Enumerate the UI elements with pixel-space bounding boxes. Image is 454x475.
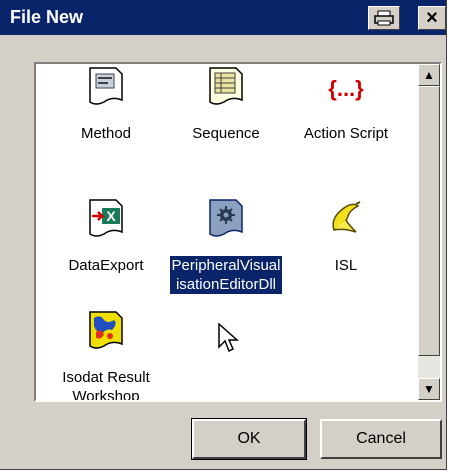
list-item-data-export[interactable]: X DataExport bbox=[46, 198, 166, 298]
cancel-button[interactable]: Cancel bbox=[320, 419, 442, 459]
item-label: Sequence bbox=[192, 125, 260, 142]
list-item-sequence[interactable]: Sequence bbox=[166, 66, 286, 166]
file-new-dialog: File New × Method Sequence {...} Action … bbox=[0, 0, 447, 470]
print-button[interactable] bbox=[368, 6, 400, 30]
list-item-isodat-result-workshop[interactable]: Isodat Result Workshop bbox=[46, 310, 166, 400]
method-document-icon bbox=[89, 67, 123, 105]
close-icon: × bbox=[426, 6, 438, 29]
svg-text:{...}: {...} bbox=[328, 76, 364, 101]
banana-icon bbox=[332, 201, 361, 233]
item-label: ISL bbox=[334, 257, 358, 274]
sequence-document-icon bbox=[209, 67, 243, 105]
isodat-result-icon bbox=[89, 311, 123, 349]
data-export-icon: X bbox=[89, 199, 123, 237]
scrollbar-thumb[interactable] bbox=[418, 86, 440, 356]
item-label: Method bbox=[80, 125, 132, 142]
mouse-pointer-icon bbox=[218, 323, 239, 353]
list-item-peripheral-visualisation-editor[interactable]: PeripheralVisualisationEditorDll bbox=[166, 198, 286, 298]
action-script-braces-icon: {...} bbox=[328, 76, 364, 101]
scroll-down-button[interactable]: ▼ bbox=[418, 378, 440, 400]
up-arrow-icon: ▲ bbox=[423, 68, 435, 82]
down-arrow-icon: ▼ bbox=[423, 382, 435, 396]
gear-document-icon bbox=[209, 199, 243, 237]
ok-button[interactable]: OK bbox=[191, 418, 307, 460]
close-button[interactable]: × bbox=[418, 6, 446, 30]
vertical-scrollbar[interactable]: ▲ ▼ bbox=[418, 64, 440, 400]
scroll-up-button[interactable]: ▲ bbox=[418, 64, 440, 86]
printer-icon bbox=[374, 10, 394, 26]
dialog-title: File New bbox=[10, 7, 84, 27]
item-label: PeripheralVisualisationEditorDll bbox=[170, 256, 282, 294]
item-label: DataExport bbox=[68, 257, 144, 274]
item-label: Action Script bbox=[303, 125, 389, 142]
title-bar[interactable]: File New × bbox=[0, 0, 446, 35]
item-label: Isodat Result Workshop bbox=[62, 369, 150, 400]
list-item-action-script[interactable]: {...} Action Script bbox=[286, 66, 406, 166]
list-item-method[interactable]: Method bbox=[46, 66, 166, 166]
list-item-isl[interactable]: ISL bbox=[286, 198, 406, 298]
svg-text:X: X bbox=[106, 208, 116, 224]
